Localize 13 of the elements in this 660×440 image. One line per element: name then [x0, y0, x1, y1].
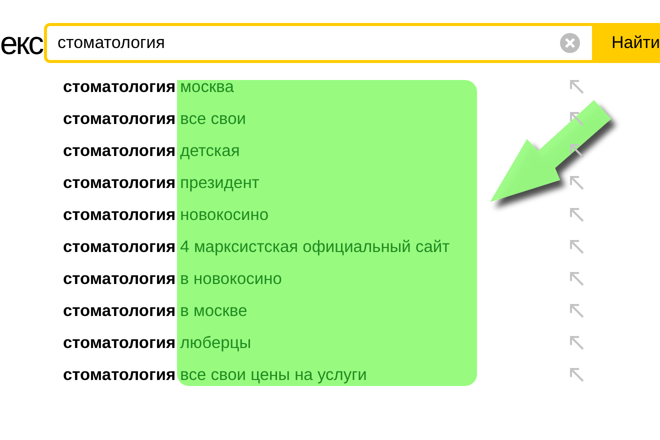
logo-text[interactable]: екс: [0, 24, 42, 62]
suggestion-item[interactable]: стоматология все свои цены на услуги: [63, 366, 367, 384]
suggestion-item[interactable]: стоматология в москве: [63, 302, 248, 320]
suggestion-item[interactable]: стоматология люберцы: [63, 334, 252, 352]
suggestion-item[interactable]: стоматология москва: [63, 78, 234, 96]
suggestion-item[interactable]: стоматология все свои: [63, 110, 246, 128]
suggestion-item[interactable]: стоматология 4 марксистская официальный сайт: [63, 238, 450, 256]
suggestion-item[interactable]: стоматология новокосино: [63, 206, 269, 224]
suggestion-item[interactable]: стоматология детская: [63, 142, 240, 160]
suggestion-item[interactable]: стоматология президент: [63, 174, 260, 192]
suggestion-item[interactable]: стоматология в новокосино: [63, 270, 282, 288]
search-field[interactable]: стоматология: [44, 23, 592, 63]
search-button[interactable]: Найти: [592, 23, 660, 63]
